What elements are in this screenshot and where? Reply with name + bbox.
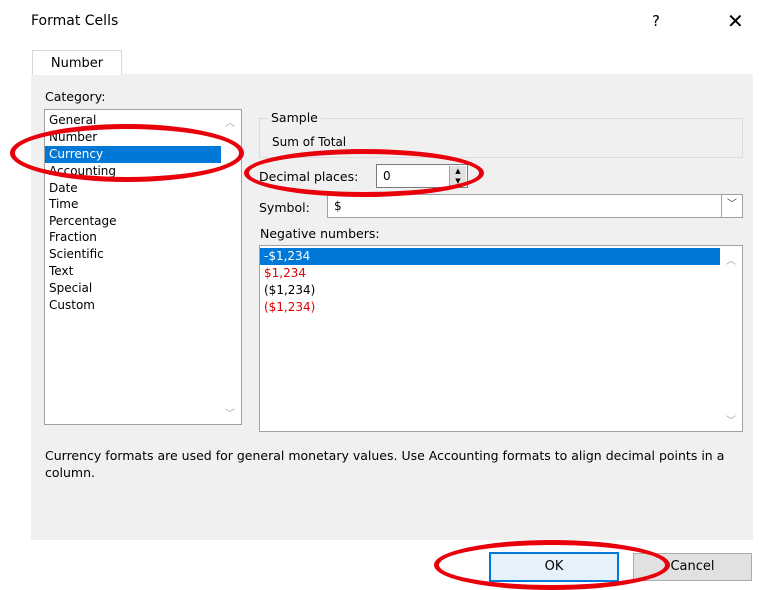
category-item-currency[interactable]: Currency [45,146,221,163]
chevron-down-icon[interactable]: ▼ [450,176,466,186]
help-icon[interactable]: ? [652,12,660,30]
tab-number[interactable]: Number [32,50,122,75]
ok-button[interactable]: OK [489,552,619,582]
category-item-custom[interactable]: Custom [45,297,241,314]
decimal-places-label: Decimal places: [259,169,359,184]
sample-value: Sum of Total [272,135,347,149]
negative-item-1[interactable]: -$1,234 [260,248,720,265]
category-item-date[interactable]: Date [45,180,241,197]
decimal-places-value[interactable]: 0 [383,169,391,183]
negative-numbers-label: Negative numbers: [260,226,380,241]
chevron-up-icon[interactable]: ▲ [450,166,466,176]
category-item-accounting[interactable]: Accounting [45,163,241,180]
negative-item-2[interactable]: $1,234 [260,265,742,282]
cancel-button[interactable]: Cancel [633,553,752,581]
category-listbox[interactable]: General Number Currency Accounting Date … [44,109,242,425]
scroll-up-icon[interactable]: ︿ [225,114,235,129]
scroll-down-icon[interactable]: ﹀ [225,405,235,420]
category-item-scientific[interactable]: Scientific [45,246,241,263]
scroll-down-icon[interactable]: ﹀ [726,412,736,427]
symbol-dropdown[interactable]: $ ﹀ [327,194,743,218]
category-label: Category: [45,89,106,104]
category-item-general[interactable]: General [45,112,241,129]
negative-item-4[interactable]: ($1,234) [260,299,742,316]
symbol-label: Symbol: [259,200,310,215]
category-item-percentage[interactable]: Percentage [45,213,241,230]
decimal-places-spinner[interactable]: 0 ▲ ▼ [376,164,468,188]
dialog-title: Format Cells [31,13,119,29]
category-item-fraction[interactable]: Fraction [45,229,241,246]
negative-item-3[interactable]: ($1,234) [260,282,742,299]
category-item-special[interactable]: Special [45,280,241,297]
category-item-time[interactable]: Time [45,196,241,213]
spinner-buttons: ▲ ▼ [449,166,466,186]
sample-caption: Sample [268,110,321,125]
negative-numbers-listbox[interactable]: -$1,234 $1,234 ($1,234) ($1,234) ︿ ﹀ [259,245,743,432]
symbol-value: $ [334,199,342,213]
category-item-number[interactable]: Number [45,129,241,146]
category-description: Currency formats are used for general mo… [45,448,725,480]
category-item-text[interactable]: Text [45,263,241,280]
close-icon[interactable]: ✕ [727,9,744,33]
scroll-up-icon[interactable]: ︿ [726,252,736,267]
chevron-down-icon[interactable]: ﹀ [721,195,742,217]
